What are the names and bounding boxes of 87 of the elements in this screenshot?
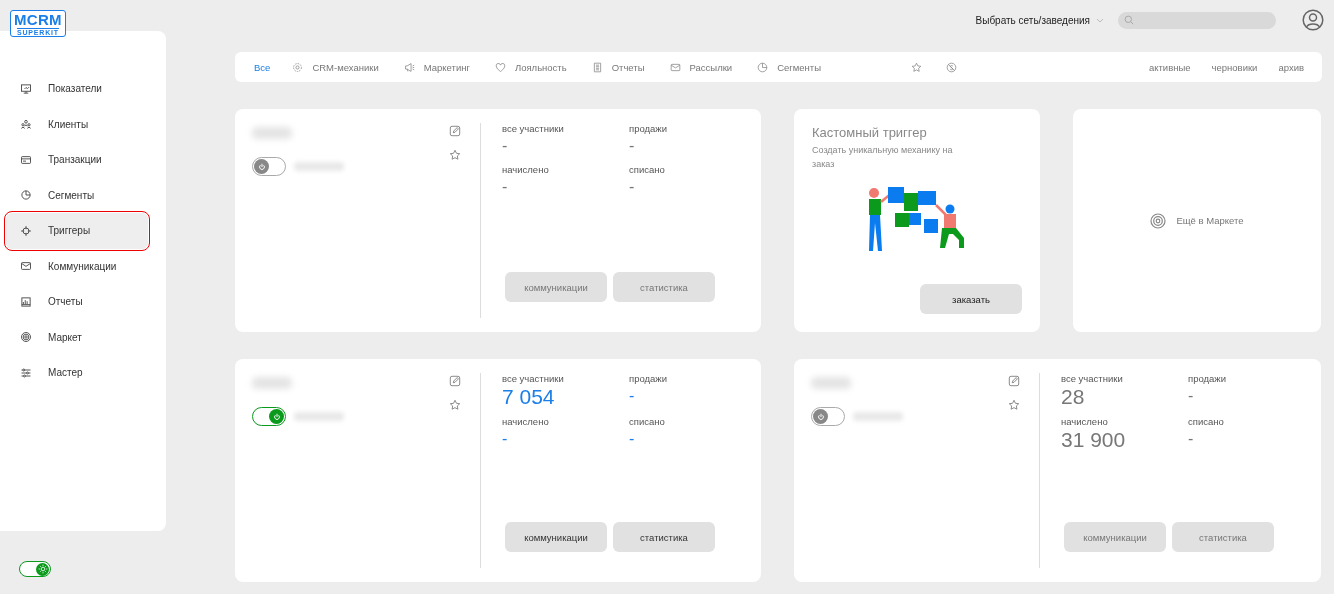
card-button[interactable]: коммуникации (505, 522, 607, 552)
report-icon (20, 295, 32, 308)
status-filter[interactable]: активные (1148, 61, 1191, 73)
stat-value: - (629, 136, 636, 156)
sidebar-item[interactable]: Маркет (6, 319, 146, 355)
sidebar-item[interactable]: Коммуникации (6, 248, 146, 284)
stat-label: продажи (1188, 373, 1227, 384)
category-tab[interactable]: CRM-механики (292, 61, 379, 73)
star-icon[interactable] (1008, 399, 1020, 411)
search-icon (1124, 15, 1134, 25)
stat-label: все участники (502, 123, 565, 134)
category-tab[interactable]: Рассылки (669, 61, 733, 73)
mail-icon (20, 260, 32, 273)
stat-label: все участники (1061, 373, 1124, 384)
pie-icon (757, 61, 769, 73)
stat-value: - (502, 429, 509, 449)
pie-icon (20, 189, 32, 202)
blurred-name (252, 377, 292, 389)
stat-label: начислено (1061, 416, 1109, 427)
caret-icon (1096, 17, 1104, 23)
sidebar-item[interactable]: Триггеры (6, 213, 148, 249)
receipt-icon (591, 61, 603, 73)
stat-value: 7 054 (502, 386, 556, 408)
target-icon (1150, 212, 1167, 229)
stat-value: 31 900 (1061, 429, 1127, 451)
sun-icon (37, 564, 48, 574)
stat-value: 28 (1061, 386, 1086, 408)
star-icon[interactable] (449, 149, 461, 161)
monitor-icon (20, 82, 32, 95)
stat-value: - (502, 177, 509, 197)
card-button[interactable]: коммуникации (505, 272, 607, 302)
stat-label: начислено (502, 164, 550, 175)
category-tab[interactable]: Лояльность (494, 61, 567, 73)
category-tab[interactable]: Все (254, 61, 271, 73)
market-card[interactable]: Ещё в Маркете (1073, 109, 1321, 332)
card-button[interactable]: коммуникации (1064, 522, 1166, 552)
sidebar-item[interactable]: Отчеты (6, 284, 146, 320)
stat-value: - (1188, 429, 1195, 449)
stat-label: начислено (502, 416, 550, 427)
stat-label: списано (629, 164, 666, 175)
stat-label: все участники (502, 373, 565, 384)
card-title: Кастомный триггер (812, 125, 928, 140)
mail-icon (669, 61, 681, 73)
category-tab[interactable]: Отчеты (591, 61, 645, 73)
category-tab[interactable]: Маркетинг (403, 61, 470, 73)
stat-label: продажи (629, 123, 668, 134)
card-icon (20, 153, 32, 166)
sidebar-item[interactable]: Транзакции (6, 142, 146, 178)
stat-value: - (629, 177, 636, 197)
category-tab[interactable]: Сегменты (757, 61, 821, 73)
stat-label: списано (629, 416, 666, 427)
status-filter[interactable]: архив (1278, 61, 1304, 73)
search-field[interactable] (1118, 11, 1276, 29)
card-description: Создать уникальную механику на заказ (812, 144, 954, 171)
people-icon (20, 118, 32, 131)
crosshair-icon (20, 224, 32, 237)
status-filter[interactable]: черновики (1211, 61, 1258, 73)
sidebar-item[interactable]: Сегменты (6, 177, 146, 213)
star-icon[interactable] (911, 61, 922, 73)
theme-toggle[interactable] (19, 561, 51, 577)
sidebar-item[interactable]: Показатели (6, 71, 146, 107)
stat-value: - (502, 136, 509, 156)
blurred-name (811, 377, 851, 389)
card-button[interactable]: статистика (1172, 522, 1274, 552)
stat-value: - (1188, 386, 1195, 406)
no-money-icon[interactable] (946, 61, 957, 73)
sidebar-item[interactable]: Клиенты (6, 106, 146, 142)
edit-icon[interactable] (449, 375, 461, 387)
star-icon[interactable] (449, 399, 461, 411)
megaphone-icon (403, 61, 415, 73)
target-icon (20, 331, 32, 344)
stat-value: - (629, 429, 636, 449)
market-link[interactable]: Ещё в Маркете (1176, 215, 1244, 226)
user-icon[interactable] (1302, 9, 1324, 31)
stat-label: продажи (629, 373, 668, 384)
order-button[interactable]: заказать (920, 284, 1022, 314)
blurred-name (252, 127, 292, 139)
card-button[interactable]: статистика (613, 272, 715, 302)
edit-icon[interactable] (1008, 375, 1020, 387)
venue-select[interactable]: Выбрать сеть/заведения (975, 14, 1104, 26)
heart-icon (494, 61, 506, 73)
card-button[interactable]: статистика (613, 522, 715, 552)
stat-value: - (629, 386, 636, 406)
stat-label: списано (1188, 416, 1225, 427)
sliders-icon (20, 366, 32, 379)
sidebar-item[interactable]: Мастер (6, 355, 146, 391)
edit-icon[interactable] (449, 125, 461, 137)
